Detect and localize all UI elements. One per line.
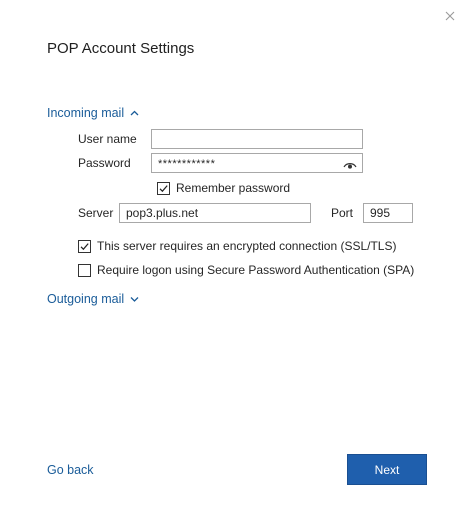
spa-box[interactable]	[78, 263, 91, 277]
ssl-tls-box[interactable]	[78, 239, 91, 253]
server-value: pop3.plus.net	[126, 206, 199, 220]
outgoing-mail-label: Outgoing mail	[47, 292, 125, 306]
pop-account-settings-dialog: POP Account Settings Incoming mail User …	[0, 0, 474, 532]
incoming-mail-label: Incoming mail	[47, 106, 125, 120]
port-field[interactable]: 995	[363, 203, 413, 223]
close-icon[interactable]	[442, 8, 458, 24]
ssl-tls-label: This server requires an encrypted connec…	[97, 239, 397, 253]
incoming-mail-toggle[interactable]: Incoming mail	[47, 106, 139, 120]
outgoing-mail-toggle[interactable]: Outgoing mail	[47, 292, 139, 306]
chevron-up-icon	[130, 110, 139, 116]
port-value: 995	[370, 206, 391, 220]
next-button[interactable]: Next	[347, 454, 427, 485]
remember-password-label: Remember password	[176, 181, 291, 195]
password-label: Password	[78, 156, 131, 170]
page-title: POP Account Settings	[47, 40, 195, 57]
chevron-down-icon	[130, 297, 139, 302]
remember-password-checkbox[interactable]: Remember password	[157, 181, 290, 195]
password-value: ************	[158, 157, 216, 170]
spa-label: Require logon using Secure Password Auth…	[97, 263, 415, 277]
remember-password-box[interactable]	[157, 181, 170, 195]
eye-icon[interactable]	[343, 159, 357, 172]
server-field[interactable]: pop3.plus.net	[119, 203, 311, 223]
server-label: Server	[78, 206, 114, 220]
go-back-link[interactable]: Go back	[47, 463, 94, 477]
username-field[interactable]	[151, 129, 363, 149]
spa-checkbox[interactable]: Require logon using Secure Password Auth…	[78, 263, 414, 277]
ssl-tls-checkbox[interactable]: This server requires an encrypted connec…	[78, 239, 396, 253]
username-label: User name	[78, 132, 137, 146]
password-field[interactable]: ************	[151, 153, 363, 173]
port-label: Port	[331, 206, 354, 220]
